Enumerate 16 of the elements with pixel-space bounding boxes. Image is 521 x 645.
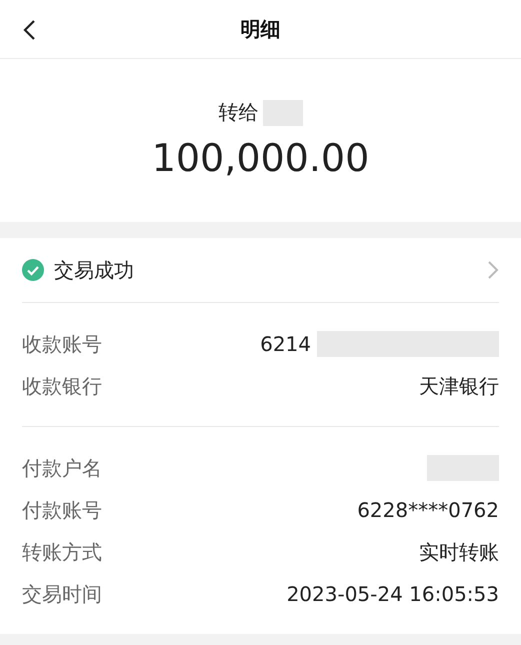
field-label: 转账方式 — [22, 538, 102, 566]
field-label: 付款户名 — [22, 454, 102, 482]
back-icon[interactable] — [22, 20, 36, 40]
field-value: 实时转账 — [419, 538, 499, 566]
field-value: 6214 — [260, 332, 311, 356]
field-label: 交易时间 — [22, 580, 102, 608]
recipient-label: 转给 — [218, 99, 258, 126]
field-label: 付款账号 — [22, 496, 102, 524]
field-label: 收款银行 — [22, 372, 102, 400]
field-value: 天津银行 — [419, 372, 499, 400]
amount-text: 100,000.00 — [152, 136, 370, 180]
page-title: 明细 — [240, 16, 280, 42]
field-label: 收款账号 — [22, 330, 102, 358]
field-value: 6228****0762 — [357, 498, 499, 522]
status-text: 交易成功 — [54, 256, 135, 284]
field-value: 2023-05-24 16:05:53 — [286, 582, 499, 606]
